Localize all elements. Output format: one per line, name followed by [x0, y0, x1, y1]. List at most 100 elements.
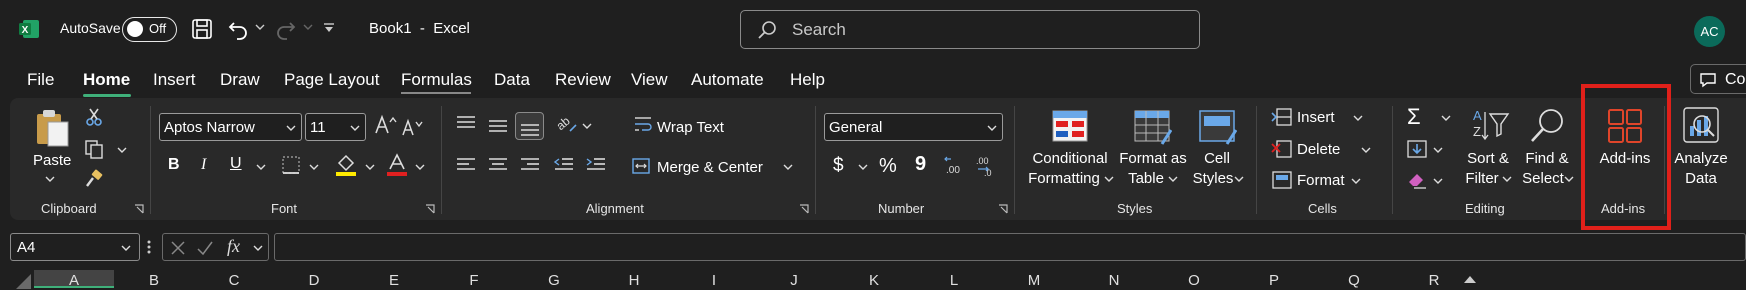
align-left-icon[interactable]: [455, 156, 477, 174]
column-header-n[interactable]: N: [1074, 272, 1154, 289]
percent-style-icon[interactable]: %: [879, 155, 897, 178]
sort-filter-label-2[interactable]: Filter: [1456, 170, 1508, 187]
tab-view[interactable]: View: [631, 70, 668, 90]
sort-filter-dropdown-icon[interactable]: [1502, 175, 1512, 183]
column-header-a[interactable]: A: [34, 270, 114, 289]
column-header-m[interactable]: M: [994, 272, 1074, 289]
format-cells-icon[interactable]: [1271, 170, 1293, 190]
borders-dropdown-icon[interactable]: [309, 163, 319, 171]
copy-dropdown-icon[interactable]: [117, 146, 127, 154]
font-size-dropdown[interactable]: 11: [305, 113, 366, 141]
clear-icon[interactable]: [1406, 170, 1428, 190]
decrease-font-size-icon[interactable]: [401, 117, 423, 137]
conditional-formatting-icon[interactable]: [1052, 110, 1088, 142]
column-header-c[interactable]: C: [194, 272, 274, 289]
align-middle-icon[interactable]: [487, 117, 509, 135]
tab-formulas[interactable]: Formulas: [401, 70, 472, 90]
column-header-o[interactable]: O: [1154, 272, 1234, 289]
analyze-data-label-1[interactable]: Analyze: [1669, 150, 1733, 167]
format-cells-dropdown-icon[interactable]: [1351, 177, 1361, 185]
increase-decimal-icon[interactable]: .00: [943, 155, 967, 177]
cell-styles-label-2[interactable]: Styles: [1186, 170, 1240, 187]
cancel-icon[interactable]: [170, 240, 186, 256]
tab-review[interactable]: Review: [555, 70, 611, 90]
comma-style-icon[interactable]: 9: [915, 153, 926, 176]
underline-dropdown-icon[interactable]: [256, 163, 266, 171]
save-icon[interactable]: [191, 18, 213, 40]
fill-dropdown-icon[interactable]: [1433, 146, 1443, 154]
decrease-decimal-icon[interactable]: .00 .0: [974, 155, 1000, 177]
align-top-icon[interactable]: [455, 114, 477, 132]
font-launcher-icon[interactable]: [425, 204, 435, 214]
borders-icon[interactable]: [281, 155, 301, 175]
delete-cells-dropdown-icon[interactable]: [1361, 146, 1371, 154]
chevron-down-icon[interactable]: [253, 244, 263, 252]
collapse-ribbon-icon[interactable]: [1463, 274, 1477, 284]
formula-input[interactable]: [274, 233, 1746, 261]
underline-icon[interactable]: U: [230, 155, 242, 173]
column-header-i[interactable]: I: [674, 272, 754, 289]
tab-automate[interactable]: Automate: [691, 70, 764, 90]
insert-cells-label[interactable]: Insert: [1297, 109, 1335, 126]
cell-styles-label-1[interactable]: Cell: [1190, 150, 1244, 167]
insert-function-icon[interactable]: fx: [227, 236, 240, 257]
currency-dropdown-icon[interactable]: [858, 163, 868, 171]
align-right-icon[interactable]: [519, 156, 541, 174]
column-header-b[interactable]: B: [114, 272, 194, 289]
orientation-dropdown-icon[interactable]: [582, 122, 592, 130]
autosum-dropdown-icon[interactable]: [1441, 114, 1451, 122]
number-format-dropdown[interactable]: General: [824, 113, 1003, 141]
cell-styles-dropdown-icon[interactable]: [1234, 175, 1244, 183]
column-header-p[interactable]: P: [1234, 272, 1314, 289]
orientation-icon[interactable]: ab: [554, 112, 578, 134]
find-select-icon[interactable]: [1527, 106, 1567, 146]
increase-indent-icon[interactable]: [585, 156, 607, 174]
column-header-h[interactable]: H: [594, 272, 674, 289]
wrap-text-icon[interactable]: [633, 115, 653, 135]
more-options-icon[interactable]: [146, 239, 152, 255]
tab-data[interactable]: Data: [494, 70, 530, 90]
format-as-table-dropdown-icon[interactable]: [1168, 175, 1178, 183]
format-cells-label[interactable]: Format: [1297, 172, 1345, 189]
merge-center-icon[interactable]: [631, 156, 651, 176]
autosum-icon[interactable]: Σ: [1407, 104, 1421, 130]
customize-quick-access-icon[interactable]: [323, 22, 335, 34]
bold-icon[interactable]: B: [168, 156, 180, 174]
insert-cells-dropdown-icon[interactable]: [1353, 114, 1363, 122]
undo-icon[interactable]: [227, 18, 249, 40]
clear-dropdown-icon[interactable]: [1433, 177, 1443, 185]
tab-page-layout[interactable]: Page Layout: [284, 70, 379, 90]
alignment-launcher-icon[interactable]: [799, 204, 809, 214]
format-painter-icon[interactable]: [84, 169, 104, 189]
conditional-formatting-label-1[interactable]: Conditional: [1028, 150, 1112, 167]
sort-filter-icon[interactable]: A Z: [1471, 106, 1511, 146]
clipboard-launcher-icon[interactable]: [134, 204, 144, 214]
tab-home[interactable]: Home: [83, 70, 130, 90]
enter-icon[interactable]: [197, 240, 213, 256]
column-header-q[interactable]: Q: [1314, 272, 1394, 289]
copy-icon[interactable]: [84, 139, 104, 159]
column-header-f[interactable]: F: [434, 272, 514, 289]
fill-icon[interactable]: [1406, 139, 1428, 159]
merge-center-label[interactable]: Merge & Center: [657, 159, 763, 176]
italic-icon[interactable]: I: [201, 156, 206, 174]
number-launcher-icon[interactable]: [998, 204, 1008, 214]
align-center-icon[interactable]: [487, 156, 509, 174]
currency-format-icon[interactable]: $: [833, 155, 844, 177]
format-as-table-icon[interactable]: [1134, 110, 1172, 146]
column-header-g[interactable]: G: [514, 272, 594, 289]
column-header-j[interactable]: J: [754, 272, 834, 289]
search-box[interactable]: Search: [740, 10, 1200, 49]
merge-dropdown-icon[interactable]: [783, 163, 793, 171]
select-all-corner[interactable]: [0, 270, 33, 290]
align-bottom-button[interactable]: [515, 112, 544, 140]
delete-cells-icon[interactable]: [1271, 139, 1293, 159]
cut-icon[interactable]: [85, 107, 103, 127]
paste-label[interactable]: Paste: [33, 152, 71, 169]
sort-filter-label-1[interactable]: Sort &: [1459, 150, 1517, 167]
undo-dropdown-icon[interactable]: [255, 23, 265, 31]
font-family-dropdown[interactable]: Aptos Narrow: [159, 113, 302, 141]
tab-insert[interactable]: Insert: [153, 70, 196, 90]
font-color-dropdown-icon[interactable]: [415, 163, 425, 171]
fill-color-dropdown-icon[interactable]: [365, 163, 375, 171]
